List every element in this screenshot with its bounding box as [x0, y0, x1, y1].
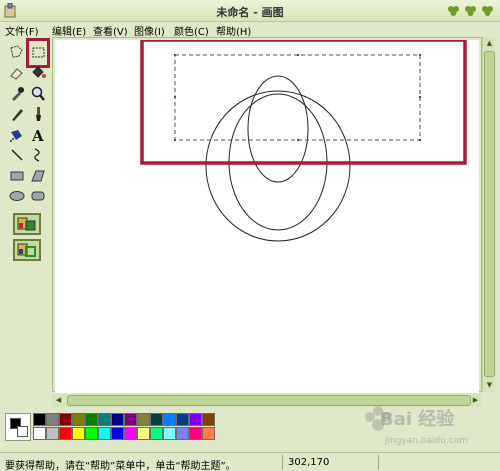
paint-window: 未命名 - 画图 文件(F) 编辑(E) 查看(V) 图像(I) 颜色(C) 帮…: [0, 0, 500, 471]
current-colors[interactable]: [5, 413, 31, 441]
pencil-icon: [12, 109, 23, 121]
free-form-select-icon: [10, 45, 23, 58]
eraser-icon: [10, 68, 23, 80]
airbrush-icon: [10, 130, 22, 142]
polygon-tool[interactable]: [29, 167, 47, 185]
palette-swatch[interactable]: [137, 413, 150, 426]
pick-color-tool[interactable]: [8, 85, 26, 103]
rectangle-select-tool[interactable]: [29, 44, 47, 62]
rectangle-tool[interactable]: [8, 167, 26, 185]
close-icon[interactable]: [481, 5, 494, 16]
pick-color-icon: [12, 87, 24, 101]
scroll-down-icon[interactable]: ▼: [483, 379, 496, 392]
line-tool[interactable]: [8, 146, 26, 164]
ellipse-icon: [9, 191, 25, 201]
palette-swatch[interactable]: [59, 413, 72, 426]
ellipse-tool[interactable]: [8, 187, 26, 205]
selection-transparent-option[interactable]: [13, 239, 41, 261]
palette-swatch[interactable]: [137, 427, 150, 440]
canvas-area: [52, 37, 482, 393]
menu-colors[interactable]: 颜色(C): [174, 23, 209, 38]
window-title: 未命名 - 画图: [216, 6, 284, 19]
menu-view[interactable]: 查看(V): [93, 23, 128, 38]
fill-bucket-tool[interactable]: [29, 64, 47, 82]
palette-swatch[interactable]: [72, 413, 85, 426]
palette-swatch[interactable]: [85, 427, 98, 440]
palette-swatch[interactable]: [124, 427, 137, 440]
rectangle-select-icon: [32, 47, 45, 58]
brush-icon: [36, 107, 41, 121]
selection-handles[interactable]: [174, 54, 421, 141]
eraser-tool[interactable]: [8, 64, 26, 82]
menu-file[interactable]: 文件(F): [5, 23, 39, 38]
palette-swatch[interactable]: [46, 413, 59, 426]
palette-swatch[interactable]: [176, 427, 189, 440]
rounded-rectangle-tool[interactable]: [29, 187, 47, 205]
selection-marquee[interactable]: [174, 54, 421, 141]
brush-tool[interactable]: [29, 105, 47, 123]
palette-swatch[interactable]: [189, 413, 202, 426]
text-tool[interactable]: A: [29, 126, 47, 144]
pencil-tool[interactable]: [8, 105, 26, 123]
palette-swatch[interactable]: [150, 413, 163, 426]
palette-swatch[interactable]: [163, 427, 176, 440]
title-bar[interactable]: 未命名 - 画图: [0, 0, 500, 22]
scroll-up-icon[interactable]: ▲: [483, 37, 496, 50]
palette-swatch[interactable]: [150, 427, 163, 440]
watermark-url: jingyan.baidu.com: [385, 436, 469, 446]
scroll-left-icon[interactable]: ◀: [52, 394, 65, 407]
rectangle-icon: [10, 171, 24, 181]
maximize-icon[interactable]: [464, 5, 477, 16]
palette-swatch[interactable]: [98, 413, 111, 426]
status-help-text: 要获得帮助，请在“帮助”菜单中，单击“帮助主题”。: [5, 461, 236, 471]
toolbox: A: [3, 37, 51, 395]
status-bar: 要获得帮助，请在“帮助”菜单中，单击“帮助主题”。 302,170: [0, 452, 500, 471]
background-color[interactable]: [17, 426, 28, 437]
minimize-icon[interactable]: [447, 5, 460, 16]
palette-swatch[interactable]: [176, 413, 189, 426]
selection-opaque-option[interactable]: [13, 213, 41, 235]
palette-swatch[interactable]: [163, 413, 176, 426]
vertical-scrollbar[interactable]: ▲ ▼: [482, 37, 495, 392]
palette-swatch[interactable]: [111, 413, 124, 426]
palette-swatch[interactable]: [202, 413, 215, 426]
svg-text:A: A: [31, 127, 44, 144]
palette-swatch[interactable]: [33, 427, 46, 440]
line-icon: [11, 149, 23, 161]
menu-image[interactable]: 图像(I): [134, 23, 165, 38]
transparent-selection-icon: [17, 243, 36, 257]
polygon-icon: [31, 170, 45, 182]
status-divider: [378, 455, 379, 470]
outer-circle: [205, 90, 351, 242]
palette-swatch[interactable]: [85, 413, 98, 426]
curve-icon: [34, 148, 40, 162]
palette-swatch[interactable]: [59, 427, 72, 440]
drawing-canvas[interactable]: [55, 40, 479, 393]
vertical-scroll-thumb[interactable]: [484, 51, 495, 377]
opaque-selection-icon: [17, 217, 36, 231]
fill-bucket-icon: [32, 66, 46, 78]
status-divider: [282, 455, 283, 470]
watermark-text: Bai 经验: [380, 409, 455, 430]
palette-swatch[interactable]: [46, 427, 59, 440]
inner-ellipse: [247, 75, 309, 183]
palette-swatch[interactable]: [98, 427, 111, 440]
airbrush-tool[interactable]: [8, 126, 26, 144]
palette-swatch[interactable]: [124, 413, 137, 426]
curve-tool[interactable]: [29, 146, 47, 164]
menu-edit[interactable]: 编辑(E): [52, 23, 86, 38]
palette-swatch[interactable]: [189, 427, 202, 440]
palette-swatch[interactable]: [111, 427, 124, 440]
rounded-rectangle-icon: [31, 191, 45, 201]
palette-swatch[interactable]: [202, 427, 215, 440]
magnifier-tool[interactable]: [29, 85, 47, 103]
magnifier-icon: [31, 86, 45, 101]
palette-swatch[interactable]: [72, 427, 85, 440]
text-icon: A: [31, 127, 44, 144]
menu-bar: 文件(F) 编辑(E) 查看(V) 图像(I) 颜色(C) 帮助(H): [0, 22, 500, 38]
menu-help[interactable]: 帮助(H): [216, 23, 251, 38]
cursor-coordinates: 302,170: [288, 457, 330, 468]
palette-swatch[interactable]: [33, 413, 46, 426]
free-form-select-tool[interactable]: [8, 44, 26, 62]
